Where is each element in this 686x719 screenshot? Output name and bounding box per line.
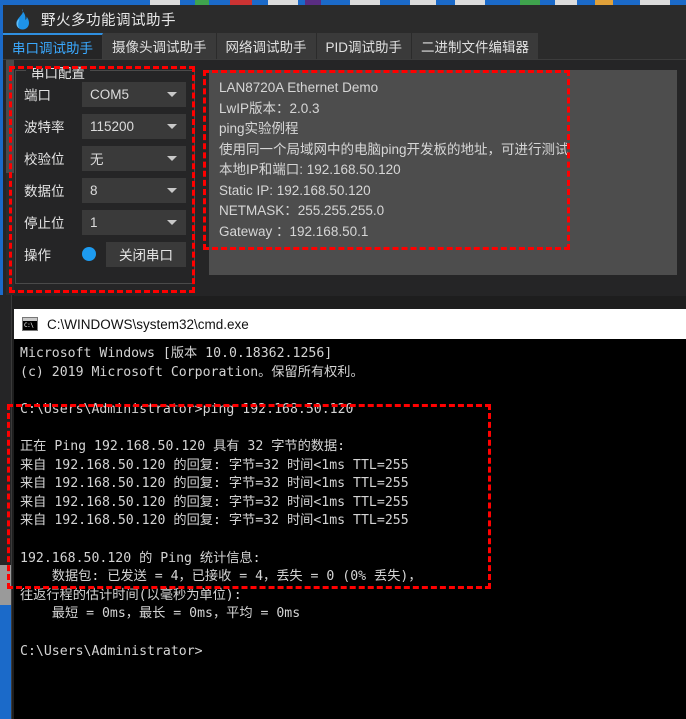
tab-label: 摄像头调试助手 <box>112 40 207 55</box>
close-serial-port-label: 关闭串口 <box>119 248 173 263</box>
app-scrollbar[interactable] <box>6 60 14 296</box>
baudrate-label: 波特率 <box>24 120 65 135</box>
parity-label: 校验位 <box>24 152 65 167</box>
chevron-down-icon <box>167 220 177 225</box>
baudrate-select[interactable]: 115200 <box>82 113 186 139</box>
tab-label: 网络调试助手 <box>225 40 307 55</box>
console-title-bar[interactable]: C:\ C:\WINDOWS\system32\cmd.exe <box>14 309 686 339</box>
stopbits-label: 停止位 <box>24 216 65 231</box>
console-output[interactable]: Microsoft Windows [版本 10.0.18362.1256] (… <box>14 339 686 719</box>
app-body: 串口配置 端口 COM5 波特率 115200 校验位 无 数据位 8 停止位 … <box>3 60 686 296</box>
tab-label: PID调试助手 <box>325 40 403 55</box>
outer-scrollbar[interactable] <box>0 295 14 719</box>
stopbits-value: 1 <box>90 214 98 230</box>
tab-binary-file-editor[interactable]: 二进制文件编辑器 <box>412 33 540 59</box>
tab-label: 串口调试助手 <box>12 41 93 56</box>
config-row-baudrate: 波特率 115200 <box>24 113 186 139</box>
config-row-port: 端口 COM5 <box>24 81 186 107</box>
serial-config-group: 串口配置 端口 COM5 波特率 115200 校验位 无 数据位 8 停止位 … <box>15 62 195 284</box>
baudrate-value: 115200 <box>90 118 135 134</box>
outer-scrollbar-tail <box>0 605 11 719</box>
tab-bar: 串口调试助手 摄像头调试助手 网络调试助手 PID调试助手 二进制文件编辑器 <box>3 33 686 60</box>
app-scrollbar-thumb[interactable] <box>6 60 14 174</box>
screen-root: 野火多功能调试助手 串口调试助手 摄像头调试助手 网络调试助手 PID调试助手 … <box>0 0 686 719</box>
close-serial-port-button[interactable]: 关闭串口 <box>106 241 186 267</box>
port-select[interactable]: COM5 <box>82 81 186 107</box>
stopbits-select[interactable]: 1 <box>82 209 186 235</box>
chevron-down-icon <box>167 92 177 97</box>
outer-scrollbar-thumb[interactable] <box>0 565 11 605</box>
app-window: 野火多功能调试助手 串口调试助手 摄像头调试助手 网络调试助手 PID调试助手 … <box>0 5 686 296</box>
chevron-down-icon <box>167 188 177 193</box>
connection-status-indicator <box>82 247 96 261</box>
cmd-console-window: C:\ C:\WINDOWS\system32\cmd.exe Microsof… <box>14 309 686 719</box>
port-label: 端口 <box>24 88 51 103</box>
chevron-down-icon <box>167 156 177 161</box>
cmd-icon: C:\ <box>22 317 38 331</box>
tab-label: 二进制文件编辑器 <box>421 40 530 55</box>
title-bar: 野火多功能调试助手 <box>3 5 686 33</box>
databits-label: 数据位 <box>24 184 65 199</box>
tab-network-assistant[interactable]: 网络调试助手 <box>216 33 317 59</box>
console-title-text: C:\WINDOWS\system32\cmd.exe <box>47 316 249 332</box>
serial-config-title: 串口配置 <box>26 62 90 82</box>
chevron-down-icon <box>167 124 177 129</box>
config-row-parity: 校验位 无 <box>24 145 186 171</box>
port-value: COM5 <box>90 86 130 102</box>
databits-select[interactable]: 8 <box>82 177 186 203</box>
app-title: 野火多功能调试助手 <box>41 12 176 29</box>
tab-serial-assistant[interactable]: 串口调试助手 <box>3 33 103 59</box>
config-row-stopbits: 停止位 1 <box>24 209 186 235</box>
parity-select[interactable]: 无 <box>82 145 186 171</box>
databits-value: 8 <box>90 182 98 198</box>
config-row-databits: 数据位 8 <box>24 177 186 203</box>
config-row-operation: 操作 关闭串口 <box>24 241 186 267</box>
flame-icon <box>16 8 29 30</box>
tab-camera-assistant[interactable]: 摄像头调试助手 <box>103 33 217 59</box>
receive-text-area[interactable]: LAN8720A Ethernet Demo LwIP版本：2.0.3 ping… <box>209 70 677 275</box>
parity-value: 无 <box>90 152 104 167</box>
tab-pid-assistant[interactable]: PID调试助手 <box>316 33 413 59</box>
operation-label: 操作 <box>24 248 51 263</box>
